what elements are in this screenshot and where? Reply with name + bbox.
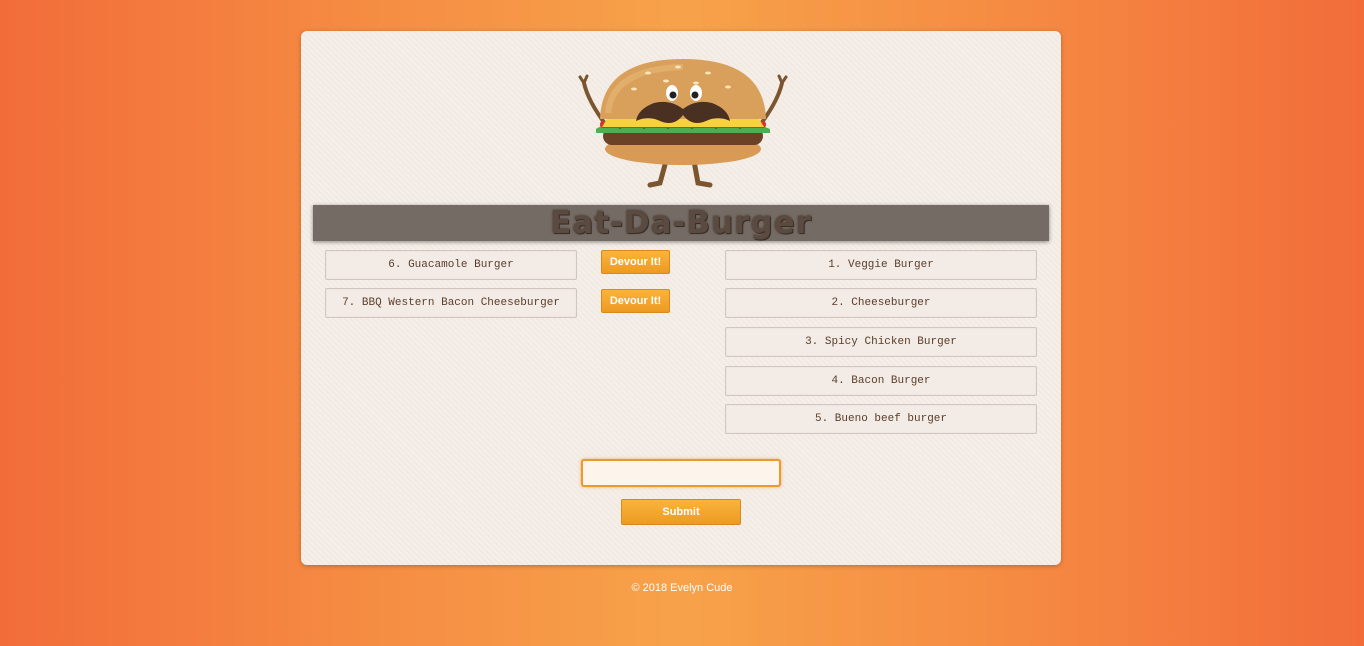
- devoured-burger-item: 3. Spicy Chicken Burger: [725, 327, 1037, 357]
- devoured-burger-item: 5. Bueno beef burger: [725, 404, 1037, 434]
- page-title: Eat-Da-Burger: [550, 205, 812, 241]
- devoured-burger-item: 4. Bacon Burger: [725, 366, 1037, 396]
- uneaten-burger-item: 6. Guacamole Burger: [325, 250, 577, 280]
- devour-button[interactable]: Devour It!: [601, 250, 670, 274]
- footer-copyright: © 2018 Evelyn Cude: [631, 582, 733, 594]
- title-banner: Eat-Da-Burger: [313, 205, 1049, 241]
- devoured-burger-item: 2. Cheeseburger: [725, 288, 1037, 318]
- submit-button[interactable]: Submit: [621, 499, 741, 525]
- devoured-burger-item: 1. Veggie Burger: [725, 250, 1037, 280]
- burger-mascot-icon: [578, 59, 788, 188]
- devour-button[interactable]: Devour It!: [601, 289, 670, 313]
- burger-name-input[interactable]: [581, 459, 781, 487]
- main-card: Eat-Da-Burger 6. Guacamole Burger Devour…: [301, 31, 1061, 565]
- uneaten-burger-item: 7. BBQ Western Bacon Cheeseburger: [325, 288, 577, 318]
